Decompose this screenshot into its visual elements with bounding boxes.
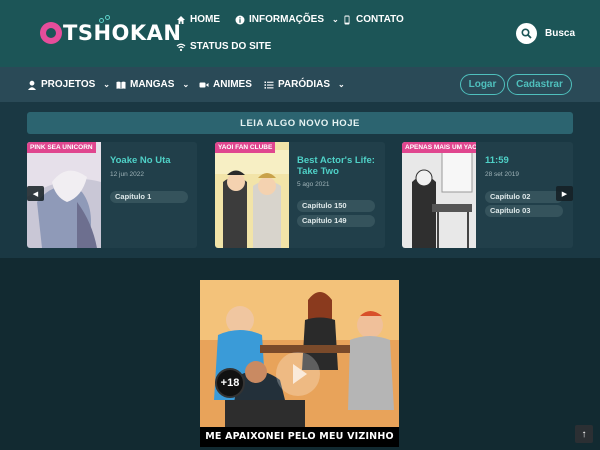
carousel-prev-button[interactable]: ◀ — [27, 186, 44, 201]
nav-info-label: INFORMAÇÕES — [249, 14, 324, 25]
logo-text: TSHOKAN — [63, 21, 182, 45]
nav-home-label: HOME — [190, 14, 220, 25]
chapter-link[interactable]: Capítulo 150 — [297, 200, 375, 212]
logo-bubbles-icon — [99, 15, 113, 25]
nav-home-link[interactable]: HOME — [176, 14, 220, 25]
scanlator-tag: YAOI FAN CLUBE — [215, 142, 276, 153]
scanlator-tag: PINK SEA UNICORN — [27, 142, 96, 153]
scanlator-tag: APENAS MAIS UM YAOI NA SUA TIMELINE — [402, 142, 476, 153]
chapter-link[interactable]: Capítulo 03 — [485, 205, 563, 217]
card-title-line-2[interactable]: Take Two — [297, 166, 339, 177]
chevron-down-icon: ⌄ — [103, 80, 110, 89]
chevron-down-icon: ⌄ — [332, 15, 339, 24]
nav-status-link[interactable]: STATUS DO SITE — [176, 41, 271, 52]
info-icon — [235, 15, 245, 24]
featured-card[interactable]: PINK SEA UNICORN Yoake No Uta 12 jun 202… — [27, 142, 197, 248]
chapter-link[interactable]: Capítulo 02 — [485, 191, 563, 203]
book-open-icon — [116, 81, 126, 89]
card-date: 28 set 2019 — [485, 171, 519, 178]
nav-parodies-label: PARÓDIAS — [278, 79, 331, 90]
search-button[interactable] — [516, 23, 537, 44]
chevron-left-icon: ◀ — [32, 190, 39, 198]
site-header: TSHOKAN HOME INFORMAÇÕES ⌄ CONTATO STATU… — [0, 0, 600, 67]
nav-info-dropdown[interactable]: INFORMAÇÕES ⌄ — [235, 14, 339, 25]
featured-section: LEIA ALGO NOVO HOJE PINK SEA UNICORN Yoa… — [0, 102, 600, 258]
card-cover-image[interactable]: YAOI FAN CLUBE — [215, 142, 289, 248]
site-logo[interactable]: TSHOKAN — [40, 15, 182, 48]
wifi-icon — [176, 43, 186, 51]
banner-caption: ME APAIXONEI PELO MEU VIZINHO HÉTERO — [200, 427, 399, 447]
card-cover-image[interactable]: APENAS MAIS UM YAOI NA SUA TIMELINE — [402, 142, 476, 248]
back-to-top-button[interactable]: ↑ — [575, 425, 593, 443]
nav-parodies-dropdown[interactable]: PARÓDIAS ⌄ — [264, 79, 345, 90]
nav-contact-link[interactable]: CONTATO — [342, 14, 404, 25]
card-date: 5 ago 2021 — [297, 181, 330, 188]
chevron-down-icon: ⌄ — [338, 80, 345, 89]
nav-projects-label: PROJETOS — [41, 79, 96, 90]
featured-card[interactable]: YAOI FAN CLUBE Best Actor's Life: Take T… — [215, 142, 385, 248]
card-title-line-1[interactable]: Best Actor's Life: — [297, 155, 375, 166]
featured-heading: LEIA ALGO NOVO HOJE — [27, 112, 573, 134]
carousel-next-button[interactable]: ▶ — [556, 186, 573, 201]
nav-status-label: STATUS DO SITE — [190, 41, 272, 52]
chevron-down-icon: ⌄ — [182, 80, 190, 89]
home-icon — [177, 15, 185, 24]
arrow-up-icon: ↑ — [581, 428, 587, 440]
main-nav: PROJETOS ⌄ MANGAS ⌄ ANIMES PARÓDIAS ⌄ Lo… — [0, 67, 600, 102]
nav-animes-link[interactable]: ANIMES — [199, 79, 252, 90]
featured-card[interactable]: APENAS MAIS UM YAOI NA SUA TIMELINE 11:5… — [402, 142, 573, 248]
card-date: 12 jun 2022 — [110, 171, 144, 178]
mobile-phone-icon — [344, 15, 350, 24]
logo-mark-icon — [40, 22, 62, 44]
chapter-link[interactable]: Capítulo 149 — [297, 215, 375, 227]
adult-content-badge: +18 — [215, 368, 245, 398]
promo-banner[interactable]: +18 ME APAIXONEI PELO MEU VIZINHO HÉTERO — [200, 280, 399, 447]
nav-mangas-dropdown[interactable]: MANGAS ⌄ — [116, 79, 189, 90]
user-secret-icon — [28, 80, 36, 90]
search-label[interactable]: Busca — [545, 28, 575, 39]
register-button[interactable]: Cadastrar — [507, 74, 572, 95]
card-title[interactable]: 11:59 — [485, 155, 509, 166]
cover-art — [215, 142, 289, 248]
nav-mangas-label: MANGAS — [130, 79, 175, 90]
nav-animes-label: ANIMES — [213, 79, 252, 90]
login-button[interactable]: Logar — [460, 74, 505, 95]
nav-contact-label: CONTATO — [356, 14, 404, 25]
chevron-right-icon: ▶ — [561, 190, 568, 198]
nav-projects-dropdown[interactable]: PROJETOS ⌄ — [27, 79, 110, 90]
search-icon — [521, 28, 532, 39]
play-icon[interactable] — [276, 352, 320, 396]
chapter-link[interactable]: Capítulo 1 — [110, 191, 188, 203]
cover-art — [402, 142, 476, 248]
list-icon — [264, 81, 274, 89]
card-title[interactable]: Yoake No Uta — [110, 155, 171, 166]
video-camera-icon — [199, 82, 209, 87]
